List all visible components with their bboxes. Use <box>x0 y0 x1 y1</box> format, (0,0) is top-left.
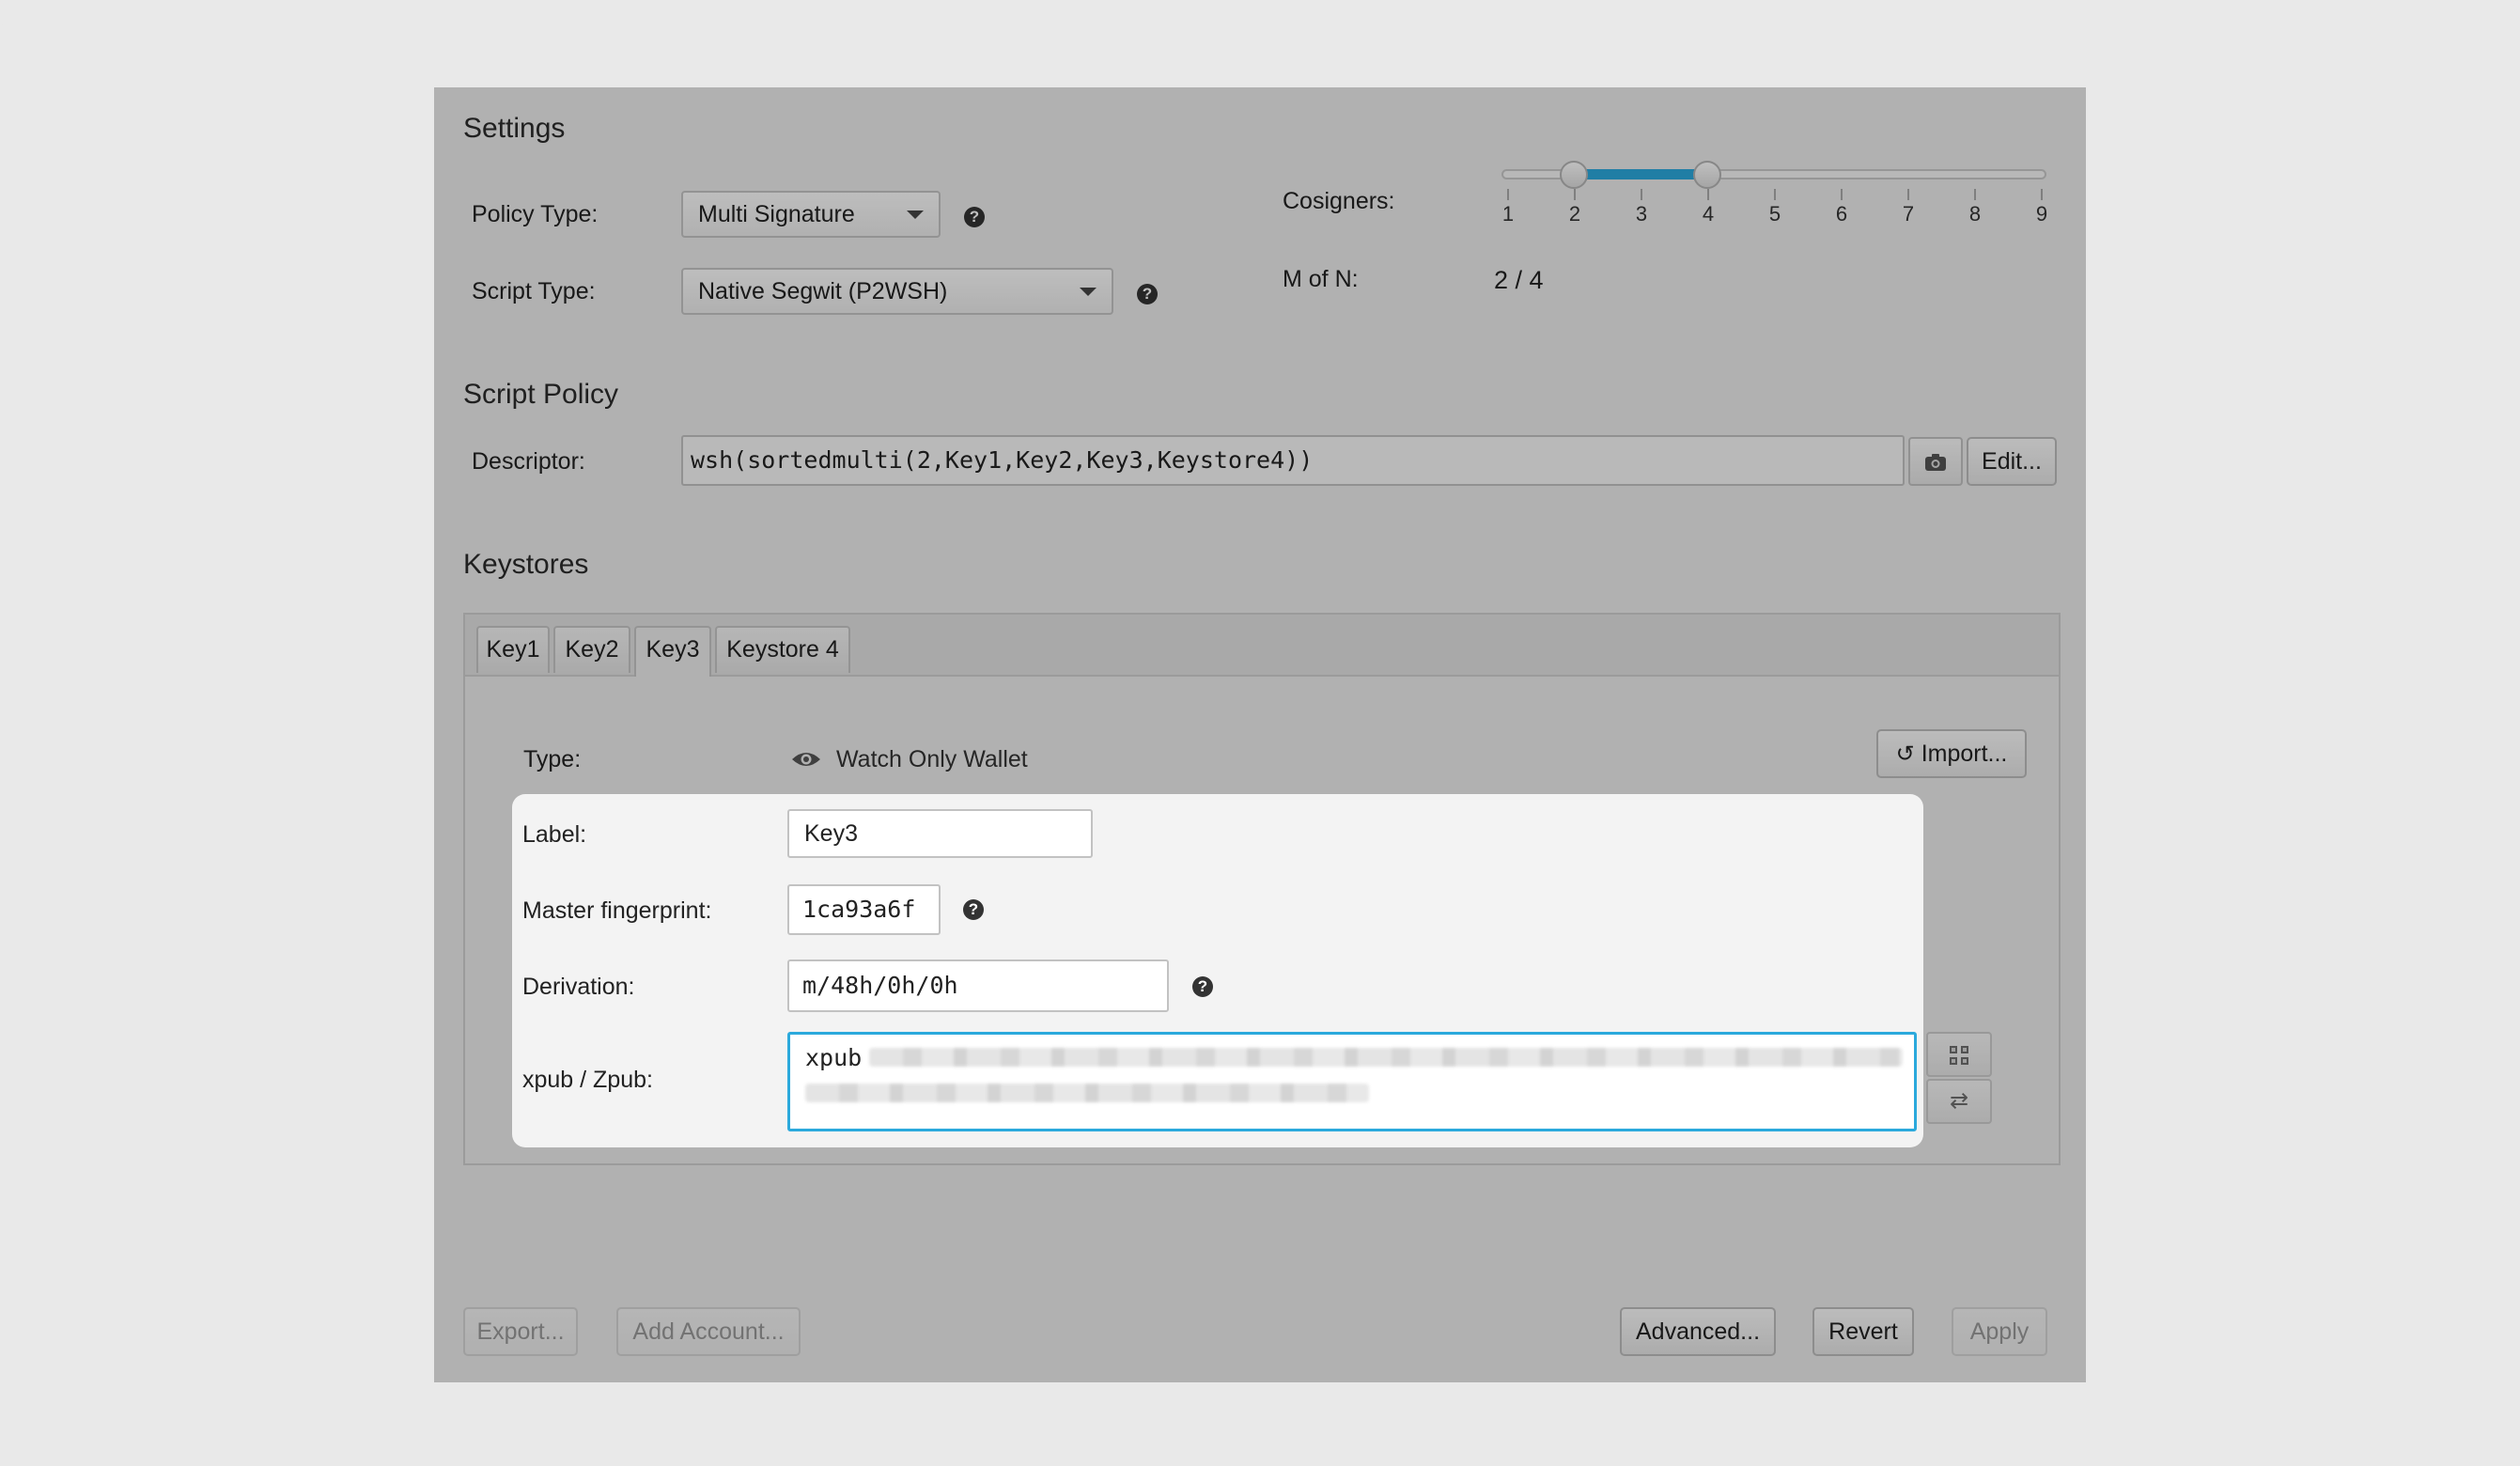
export-button[interactable]: Export... <box>463 1307 578 1356</box>
slider-tick <box>1974 189 1976 200</box>
slider-tick <box>1774 189 1776 200</box>
script-type-select[interactable]: Native Segwit (P2WSH) <box>681 268 1113 315</box>
m-of-n-label: M of N: <box>1283 266 1359 292</box>
xpub-textarea[interactable]: xpub <box>787 1032 1917 1131</box>
chevron-down-icon <box>907 211 924 219</box>
type-label: Type: <box>523 746 582 772</box>
apply-button[interactable]: Apply <box>1952 1307 2047 1356</box>
script-policy-title: Script Policy <box>463 379 619 410</box>
fingerprint-label: Master fingerprint: <box>522 897 712 924</box>
camera-button[interactable] <box>1908 437 1963 486</box>
slider-tick-label: 2 <box>1568 202 1581 226</box>
slider-tick-label: 8 <box>1968 202 1982 226</box>
slider-tick-label: 1 <box>1501 202 1515 226</box>
camera-icon <box>1925 453 1946 471</box>
tab-keystore4[interactable]: Keystore 4 <box>715 626 850 673</box>
derivation-label: Derivation: <box>522 974 635 1000</box>
slider-tick-label: 5 <box>1768 202 1781 226</box>
cosigners-slider-thumb-n[interactable] <box>1693 161 1721 189</box>
slider-tick-label: 3 <box>1635 202 1648 226</box>
convert-button[interactable]: ⇄ <box>1926 1079 1992 1124</box>
cosigners-label: Cosigners: <box>1283 188 1395 214</box>
slider-tick <box>1507 189 1509 200</box>
fingerprint-input[interactable]: 1ca93a6f <box>787 884 941 935</box>
advanced-button[interactable]: Advanced... <box>1620 1307 1776 1356</box>
help-icon[interactable]: ? <box>1137 284 1158 304</box>
label-input[interactable]: Key3 <box>787 809 1093 858</box>
add-account-button[interactable]: Add Account... <box>616 1307 801 1356</box>
type-value: Watch Only Wallet <box>836 746 1028 772</box>
qr-code-icon <box>1950 1045 1968 1065</box>
help-icon[interactable]: ? <box>963 899 984 920</box>
script-type-label: Script Type: <box>472 278 596 304</box>
import-button[interactable]: ↺ Import... <box>1876 729 2027 778</box>
policy-type-label: Policy Type: <box>472 201 599 227</box>
slider-tick <box>1574 189 1576 200</box>
xpub-redacted-line-2 <box>805 1084 1369 1102</box>
derivation-input[interactable]: m/48h/0h/0h <box>787 959 1169 1012</box>
keystores-tab-bar: Key1 Key2 Key3 Keystore 4 <box>465 615 2059 677</box>
cosigners-slider-range <box>1574 169 1707 179</box>
edit-descriptor-button[interactable]: Edit... <box>1967 437 2057 486</box>
slider-tick <box>1907 189 1909 200</box>
tab-key1[interactable]: Key1 <box>476 626 550 673</box>
keystores-title: Keystores <box>463 549 589 580</box>
slider-tick-label: 9 <box>2035 202 2048 226</box>
tab-key3[interactable]: Key3 <box>634 626 711 677</box>
descriptor-field[interactable]: wsh(sortedmulti(2,Key1,Key2,Key3,Keystor… <box>681 435 1905 486</box>
xpub-redacted-line-1 <box>869 1048 1903 1067</box>
settings-title: Settings <box>463 113 566 144</box>
descriptor-label: Descriptor: <box>472 448 585 475</box>
import-label: Import... <box>1921 741 2008 767</box>
policy-type-select[interactable]: Multi Signature <box>681 191 941 238</box>
label-value: Key3 <box>804 820 858 847</box>
descriptor-value: wsh(sortedmulti(2,Key1,Key2,Key3,Keystor… <box>691 446 1314 474</box>
m-of-n-value: 2 / 4 <box>1494 266 1544 294</box>
chevron-down-icon <box>1080 288 1097 296</box>
cosigners-slider-thumb-m[interactable] <box>1560 161 1588 189</box>
eye-icon <box>792 753 820 766</box>
fingerprint-value: 1ca93a6f <box>802 896 916 923</box>
xpub-prefix: xpub <box>805 1044 863 1071</box>
help-icon[interactable]: ? <box>964 207 985 227</box>
slider-tick <box>1641 189 1642 200</box>
derivation-value: m/48h/0h/0h <box>802 972 958 999</box>
undo-icon: ↺ <box>1895 741 1915 767</box>
slider-tick-label: 6 <box>1835 202 1848 226</box>
swap-icon: ⇄ <box>1949 1088 1969 1114</box>
tab-key2[interactable]: Key2 <box>553 626 630 673</box>
xpub-label: xpub / Zpub: <box>522 1067 653 1093</box>
slider-tick <box>1841 189 1843 200</box>
policy-type-value: Multi Signature <box>698 201 855 227</box>
script-type-value: Native Segwit (P2WSH) <box>698 278 948 304</box>
label-label: Label: <box>522 821 587 848</box>
keystore-details-panel: Label: Key3 Master fingerprint: 1ca93a6f… <box>512 794 1923 1147</box>
slider-tick <box>1707 189 1709 200</box>
wallet-settings-panel: Settings Policy Type: Multi Signature ? … <box>434 87 2086 1382</box>
slider-tick <box>2041 189 2043 200</box>
qr-button[interactable] <box>1926 1032 1992 1077</box>
help-icon[interactable]: ? <box>1192 976 1213 997</box>
slider-tick-label: 7 <box>1902 202 1915 226</box>
slider-tick-label: 4 <box>1702 202 1715 226</box>
revert-button[interactable]: Revert <box>1812 1307 1914 1356</box>
